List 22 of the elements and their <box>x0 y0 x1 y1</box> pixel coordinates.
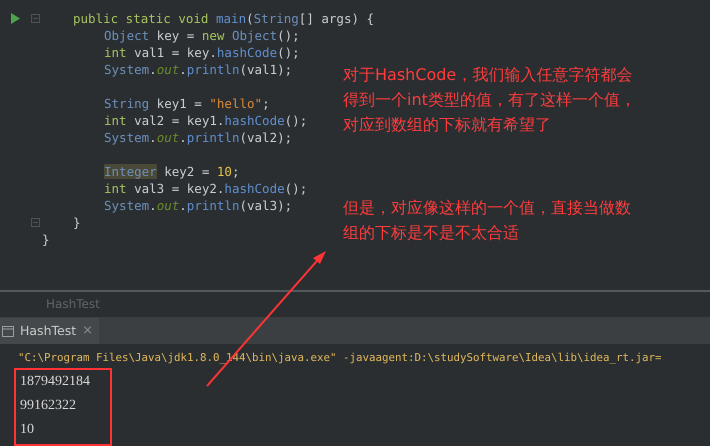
run-icon[interactable] <box>10 13 20 24</box>
code-line: Integer key2 = 10; <box>104 163 240 180</box>
console-icon <box>2 326 14 336</box>
annotation-text: 但是，对应像这样的一个值，直接当做数组的下标是不是不太合适 <box>343 197 632 244</box>
code-line: System.out.println(val3); <box>104 197 292 214</box>
code-line: Object key = new Object(); <box>104 27 300 44</box>
annotation-text: 对于HashCode，我们输入任意字符都会得到一个int类型的值，有了这样一个值，对应到数组的下标就有希望了 <box>343 64 637 136</box>
fold-marker-icon[interactable] <box>30 14 40 23</box>
code-line: int val2 = key1.hashCode(); <box>104 112 308 129</box>
run-tab[interactable]: HashTest × <box>0 318 100 344</box>
code-line: int val1 = key.hashCode(); <box>104 44 300 61</box>
code-line: public static void main(String[] args) { <box>73 10 374 27</box>
console-output-line: 10 <box>20 421 34 439</box>
code-line: int val3 = key2.hashCode(); <box>104 180 308 197</box>
console-output-line: 1879492184 <box>20 373 90 391</box>
code-line: System.out.println(val1); <box>104 61 292 78</box>
code-line: } <box>73 214 81 231</box>
console-output-line: 99162322 <box>20 397 76 415</box>
code-line: System.out.println(val2); <box>104 129 292 146</box>
fold-marker-icon[interactable] <box>30 218 40 227</box>
code-line: String key1 = "hello"; <box>104 95 270 112</box>
code-line: } <box>42 231 50 248</box>
